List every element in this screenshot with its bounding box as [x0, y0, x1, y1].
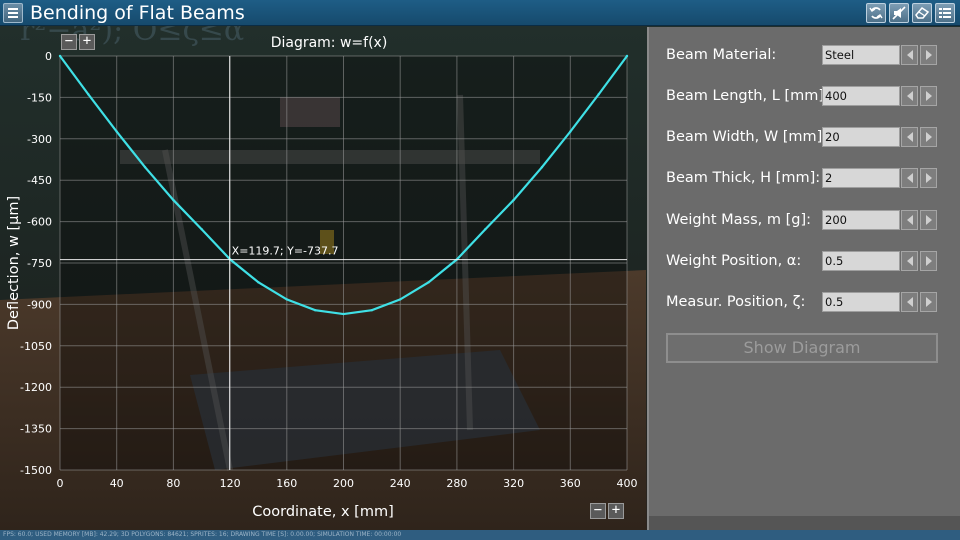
param-label: Beam Thick, H [mm]: [666, 170, 821, 186]
zoom-out-y-button[interactable]: − [61, 34, 77, 50]
x-tick-label: 200 [333, 477, 354, 490]
decrement-arrow-icon[interactable] [901, 45, 918, 65]
param-row-thickness: Beam Thick, H [mm]: 2 [649, 167, 960, 189]
y-tick-label: -450 [27, 174, 52, 187]
data-point [399, 298, 402, 301]
data-point [597, 93, 600, 96]
param-value-field[interactable]: 2 [822, 168, 900, 188]
data-point [285, 298, 288, 301]
title-bar: Bending of Flat Beams [0, 0, 960, 26]
y-tick-label: -1500 [20, 464, 52, 477]
param-label: Beam Length, L [mm]: [666, 88, 829, 104]
eraser-icon[interactable] [912, 3, 932, 23]
x-tick-label: 400 [617, 477, 638, 490]
x-tick-label: 240 [390, 477, 411, 490]
increment-arrow-icon[interactable] [920, 168, 937, 188]
y-tick-label: -900 [27, 298, 52, 311]
sound-off-icon[interactable] [889, 3, 909, 23]
x-axis-label: Coordinate, x [mm] [252, 504, 393, 520]
deflection-chart[interactable]: 0 40 80 120 160 200 240 280 320 360 400 0 -150 -300 -4… [0, 27, 646, 530]
y-tick-label: -750 [27, 257, 52, 270]
data-point [115, 130, 118, 133]
zoom-out-x-button[interactable]: − [590, 503, 606, 519]
param-value-field[interactable]: 20 [822, 127, 900, 147]
decrement-arrow-icon[interactable] [901, 210, 918, 230]
decrement-arrow-icon[interactable] [901, 168, 918, 188]
increment-arrow-icon[interactable] [920, 86, 937, 106]
x-tick-label: 80 [166, 477, 180, 490]
param-row-width: Beam Width, W [mm]: 20 [649, 126, 960, 148]
increment-arrow-icon[interactable] [920, 127, 937, 147]
app-title: Bending of Flat Beams [30, 2, 245, 24]
data-point [569, 130, 572, 133]
data-point [370, 308, 374, 312]
status-bar: FPS: 60.0; USED MEMORY [MB]: 42.29; 3D P… [0, 530, 960, 540]
x-tick-label: 0 [57, 477, 64, 490]
decrement-arrow-icon[interactable] [901, 127, 918, 147]
param-value-field[interactable]: 0.5 [822, 292, 900, 312]
increment-arrow-icon[interactable] [920, 210, 937, 230]
y-tick-label: -1350 [20, 423, 52, 436]
param-value-field[interactable]: Steel [822, 45, 900, 65]
data-point [313, 308, 317, 312]
zoom-in-x-button[interactable]: + [608, 503, 624, 519]
data-point [143, 166, 147, 169]
param-label: Beam Width, W [mm]: [666, 129, 828, 145]
increment-arrow-icon[interactable] [920, 251, 937, 271]
y-axis-label: Deflection, w [µm] [6, 196, 22, 330]
y-tick-label: -1050 [20, 340, 52, 353]
increment-arrow-icon[interactable] [920, 45, 937, 65]
x-tick-label: 120 [220, 477, 241, 490]
cursor-readout: X=119.7; Y=-737.7 [232, 245, 339, 258]
x-tick-label: 360 [560, 477, 581, 490]
param-row-material: Beam Material: Steel [649, 44, 960, 66]
y-tick-label: -300 [27, 133, 52, 146]
y-tick-label: -150 [27, 91, 52, 104]
param-value-field[interactable]: 400 [822, 86, 900, 106]
x-tick-label: 320 [503, 477, 524, 490]
param-label: Beam Material: [666, 47, 777, 63]
chart-title: Diagram: w=f(x) [271, 35, 388, 51]
x-tick-label: 160 [276, 477, 297, 490]
hamburger-menu-icon[interactable] [3, 3, 23, 23]
decrement-arrow-icon[interactable] [901, 86, 918, 106]
param-value-field[interactable]: 0.5 [822, 251, 900, 271]
decrement-arrow-icon[interactable] [901, 251, 918, 271]
reset-icon[interactable] [866, 3, 886, 23]
data-point [172, 198, 175, 202]
data-point [625, 54, 629, 58]
data-point [540, 166, 544, 169]
data-point [58, 54, 62, 58]
data-point [484, 228, 487, 231]
x-tick-label: 40 [110, 477, 124, 490]
data-point [512, 198, 515, 202]
panel-footer [649, 516, 960, 530]
x-tick-label: 280 [446, 477, 467, 490]
param-value-field[interactable]: 200 [822, 210, 900, 230]
param-row-mass: Weight Mass, m [g]: 200 [649, 209, 960, 231]
param-label: Weight Position, α: [666, 253, 802, 269]
decrement-arrow-icon[interactable] [901, 292, 918, 312]
y-tick-label: -600 [27, 216, 52, 229]
data-point [427, 281, 430, 284]
data-point [257, 281, 260, 284]
y-tick-label: 0 [45, 50, 52, 63]
param-label: Measur. Position, ζ: [666, 294, 806, 310]
status-text: FPS: 60.0; USED MEMORY [MB]: 42.29; 3D P… [3, 531, 402, 538]
parameter-panel: Beam Material: Steel Beam Length, L [mm]… [647, 27, 960, 530]
param-row-length: Beam Length, L [mm]: 400 [649, 85, 960, 107]
data-point [342, 312, 345, 316]
data-point [200, 228, 203, 231]
zoom-in-y-button[interactable]: + [79, 34, 95, 50]
list-icon[interactable] [935, 3, 955, 23]
param-row-measur-position: Measur. Position, ζ: 0.5 [649, 291, 960, 313]
show-diagram-button[interactable]: Show Diagram [666, 333, 938, 363]
y-tick-label: -1200 [20, 381, 52, 394]
param-row-weight-position: Weight Position, α: 0.5 [649, 250, 960, 272]
diagram-area: 0 40 80 120 160 200 240 280 320 360 400 0 -150 -300 -4… [0, 27, 646, 530]
data-point [87, 93, 90, 96]
param-label: Weight Mass, m [g]: [666, 212, 811, 228]
increment-arrow-icon[interactable] [920, 292, 937, 312]
